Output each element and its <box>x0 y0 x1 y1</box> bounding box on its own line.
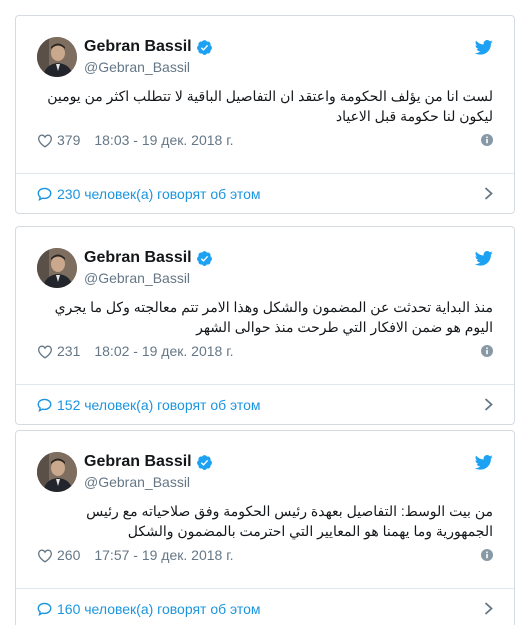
heart-icon[interactable] <box>37 133 53 148</box>
tweet-card[interactable]: Gebran Bassil @Gebran_Bassil من بيت الوس… <box>15 430 515 625</box>
info-icon[interactable] <box>481 548 493 561</box>
verified-badge-icon <box>196 250 213 267</box>
avatar[interactable] <box>37 248 77 288</box>
handle: @Gebran_Bassil <box>84 270 191 286</box>
timestamp[interactable]: 17:57 - 19 дек. 2018 г. <box>94 547 233 563</box>
info-icon[interactable] <box>481 133 493 146</box>
speech-bubble-icon <box>37 602 52 616</box>
author[interactable]: Gebran Bassil @Gebran_Bassil <box>84 247 213 286</box>
heart-icon[interactable] <box>37 344 53 359</box>
twitter-bird-icon[interactable] <box>474 40 493 55</box>
like-count[interactable]: 231 <box>57 343 80 359</box>
avatar[interactable] <box>37 452 77 492</box>
handle: @Gebran_Bassil <box>84 474 191 490</box>
twitter-bird-icon[interactable] <box>474 455 493 470</box>
speech-bubble-icon <box>37 187 52 201</box>
verified-badge-icon <box>196 454 213 471</box>
chevron-right-icon[interactable] <box>484 187 493 200</box>
timestamp[interactable]: 18:02 - 19 дек. 2018 г. <box>94 343 233 359</box>
tweet-body: Gebran Bassil @Gebran_Bassil لست انا من … <box>16 16 514 174</box>
verified-badge-icon <box>196 39 213 56</box>
avatar[interactable] <box>37 37 77 77</box>
heart-icon[interactable] <box>37 548 53 563</box>
tweet-meta: 260 17:57 - 19 дек. 2018 г. <box>37 545 493 565</box>
chevron-right-icon[interactable] <box>484 398 493 411</box>
tweet-text: لست انا من يؤلف الحكومة واعتقد ان التفاص… <box>47 88 493 124</box>
tweet-feed: Gebran Bassil @Gebran_Bassil لست انا من … <box>0 0 527 625</box>
tweet-card[interactable]: Gebran Bassil @Gebran_Bassil لست انا من … <box>15 15 515 214</box>
speech-bubble-icon <box>37 398 52 412</box>
twitter-bird-icon[interactable] <box>474 251 493 266</box>
tweet-body: Gebran Bassil @Gebran_Bassil منذ البداية… <box>16 227 514 385</box>
like-count[interactable]: 379 <box>57 132 80 148</box>
conversation-link[interactable]: 160 человек(а) говорят об этом <box>16 589 514 625</box>
tweet-card[interactable]: Gebran Bassil @Gebran_Bassil منذ البداية… <box>15 226 515 425</box>
conversation-count[interactable]: 160 человек(а) говорят об этом <box>57 601 261 617</box>
tweet-text: من بيت الوسط: التفاصيل بعهدة رئيس الحكوم… <box>86 503 493 539</box>
like-count[interactable]: 260 <box>57 547 80 563</box>
chevron-right-icon[interactable] <box>484 602 493 615</box>
display-name[interactable]: Gebran Bassil <box>84 453 192 471</box>
conversation-link[interactable]: 152 человек(а) говорят об этом <box>16 385 514 424</box>
timestamp[interactable]: 18:03 - 19 дек. 2018 г. <box>94 132 233 148</box>
tweet-text: منذ البداية تحدثت عن المضمون والشكل وهذا… <box>54 299 493 335</box>
info-icon[interactable] <box>481 344 493 357</box>
author[interactable]: Gebran Bassil @Gebran_Bassil <box>84 451 213 490</box>
conversation-count[interactable]: 230 человек(а) говорят об этом <box>57 186 261 202</box>
tweet-meta: 231 18:02 - 19 дек. 2018 г. <box>37 341 493 361</box>
handle: @Gebran_Bassil <box>84 59 191 75</box>
tweet-body: Gebran Bassil @Gebran_Bassil من بيت الوس… <box>16 431 514 589</box>
conversation-link[interactable]: 230 человек(а) говорят об этом <box>16 174 514 213</box>
display-name[interactable]: Gebran Bassil <box>84 38 192 56</box>
author[interactable]: Gebran Bassil @Gebran_Bassil <box>84 36 213 75</box>
tweet-meta: 379 18:03 - 19 дек. 2018 г. <box>37 130 493 150</box>
conversation-count[interactable]: 152 человек(а) говорят об этом <box>57 397 261 413</box>
display-name[interactable]: Gebran Bassil <box>84 249 192 267</box>
